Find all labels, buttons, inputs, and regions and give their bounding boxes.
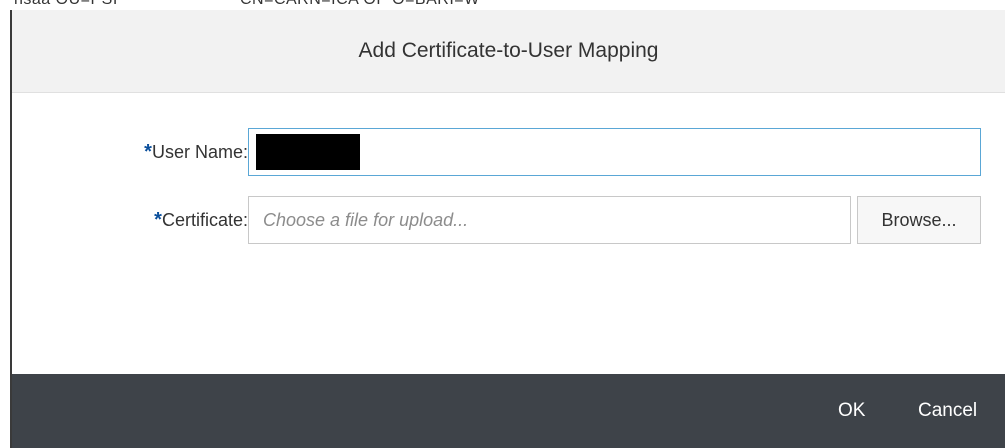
dialog-header: Add Certificate-to-User Mapping (12, 10, 1005, 93)
ok-button[interactable]: OK (838, 374, 865, 448)
certificate-label: *Certificate: (154, 196, 248, 244)
dialog-footer: OK Cancel (12, 374, 1005, 448)
background-text-right: CN=CARN=ICA OP O=BARI=W (240, 0, 480, 9)
cancel-button[interactable]: Cancel (918, 374, 977, 448)
dialog-title: Add Certificate-to-User Mapping (358, 39, 659, 62)
user-name-row: *User Name: (12, 128, 1005, 176)
user-name-label-text: User Name: (151, 142, 248, 162)
certificate-label-text: Certificate: (161, 210, 248, 230)
certificate-row: *Certificate: Browse... (12, 196, 1005, 244)
user-name-label: *User Name: (144, 128, 248, 176)
redacted-user-name (256, 134, 360, 170)
required-marker: * (144, 141, 152, 163)
background-text-left: nsaa OU=PSI (14, 0, 118, 9)
browse-button[interactable]: Browse... (857, 196, 981, 244)
certificate-file-input[interactable] (248, 196, 851, 244)
add-certificate-dialog: Add Certificate-to-User Mapping *User Na… (10, 10, 1005, 448)
required-marker: * (154, 209, 162, 231)
